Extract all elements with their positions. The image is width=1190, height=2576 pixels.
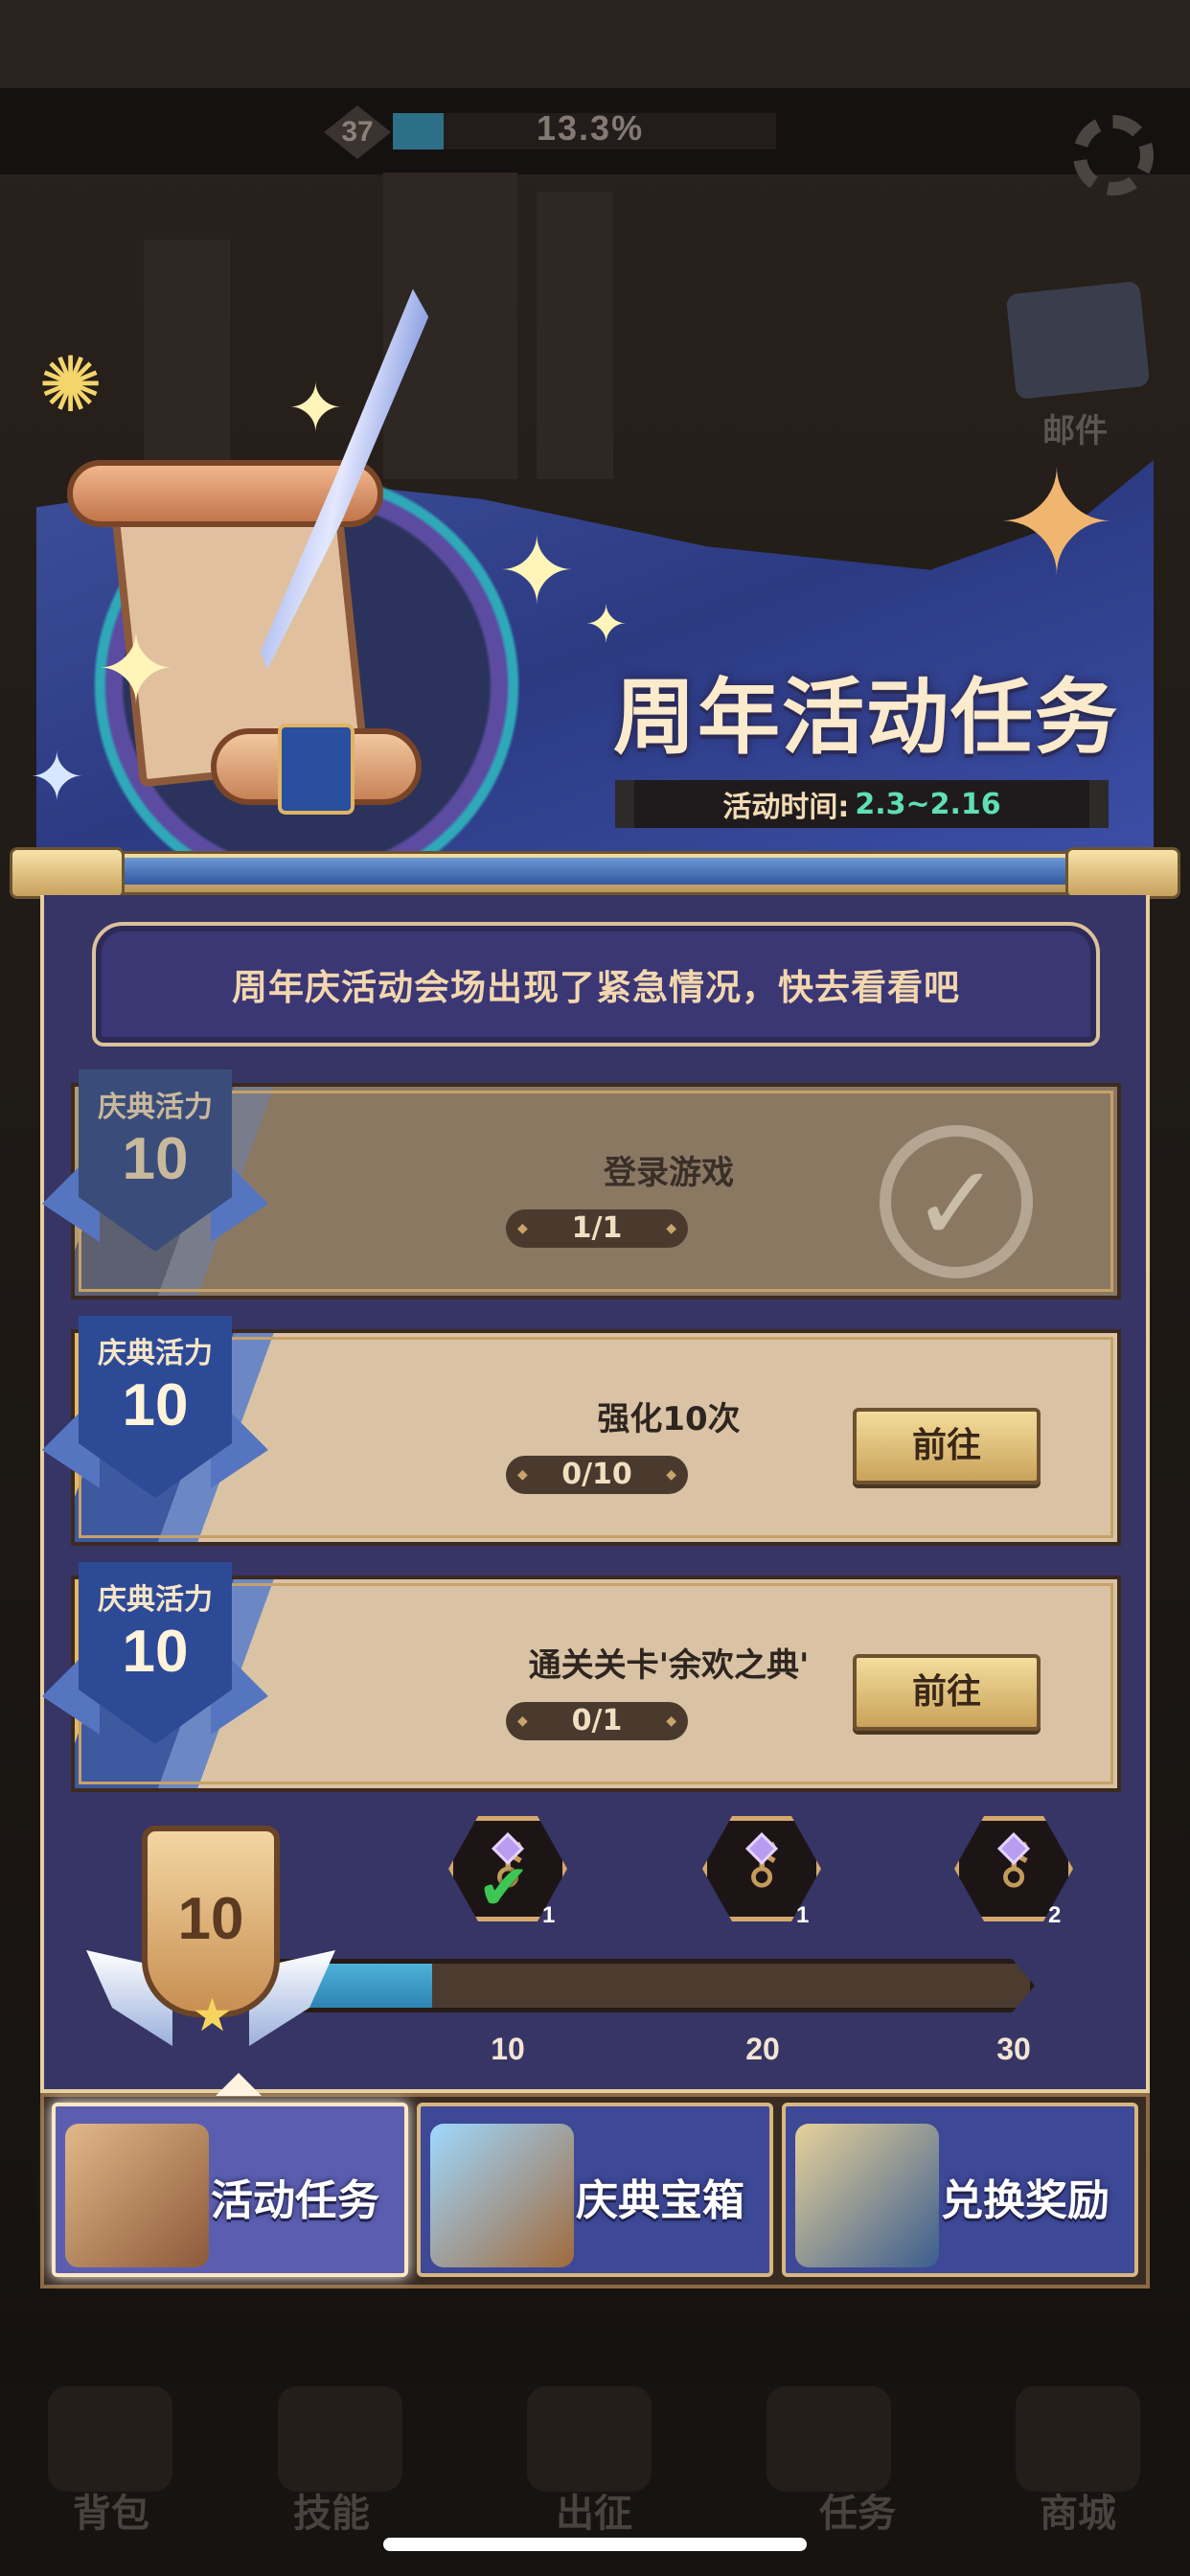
exp-bar-fill xyxy=(393,113,445,150)
mail-icon[interactable] xyxy=(1005,280,1151,401)
tab-label: 兑换奖励 xyxy=(941,2176,1110,2225)
milestone-reward-30[interactable]: ⚷ 2 xyxy=(954,1816,1073,1935)
tab-celebration-chest[interactable]: 庆典宝箱 xyxy=(417,2103,773,2277)
vigor-badge: 庆典活力 10 xyxy=(42,1316,268,1507)
nav-bag[interactable]: 背包 xyxy=(73,2482,149,2538)
milestone-reward-10[interactable]: ⚷ ✔ 1 xyxy=(448,1816,567,1935)
star-icon: ★ xyxy=(192,1989,234,2042)
vigor-points: 10 xyxy=(122,1126,189,1192)
home-indicator xyxy=(383,2538,807,2551)
vigor-progress-track xyxy=(278,1959,1035,2012)
nav-skill[interactable]: 技能 xyxy=(293,2482,370,2538)
notice-text: 周年庆活动会场出现了紧急情况，快去看看吧 xyxy=(232,967,960,1008)
nav-quest[interactable]: 任务 xyxy=(819,2482,896,2538)
current-vigor-value: 10 xyxy=(177,1886,244,1952)
nav-battle[interactable]: 出征 xyxy=(556,2482,632,2538)
star-icon: ✦ xyxy=(287,369,344,448)
star-icon: ✦ xyxy=(996,441,1117,608)
task-progress: 1/1 xyxy=(506,1209,688,1248)
vigor-label: 庆典活力 xyxy=(98,1337,213,1370)
vigor-badge: 庆典活力 10 xyxy=(42,1070,268,1261)
milestone-reward-20[interactable]: ⚷ 1 xyxy=(702,1816,821,1935)
event-time: 活动时间: 2.3~2.16 xyxy=(615,780,1109,828)
tab-redeem-rewards[interactable]: 兑换奖励 xyxy=(782,2103,1138,2277)
active-tab-indicator xyxy=(216,2073,262,2096)
star-icon: ✦ xyxy=(584,594,629,655)
reward-count: 1 xyxy=(796,1902,810,1928)
task-progress: 0/10 xyxy=(506,1456,688,1494)
skill-icon[interactable] xyxy=(278,2386,402,2492)
tab-label: 庆典宝箱 xyxy=(576,2176,744,2225)
panel-rail-inner xyxy=(120,858,1068,885)
bag-icon[interactable] xyxy=(48,2386,172,2492)
vigor-points: 10 xyxy=(122,1372,189,1438)
checkmark-icon: ✔ xyxy=(477,1851,531,1924)
event-time-value: 2.3~2.16 xyxy=(855,787,1001,821)
sparkle-icon: ✺ xyxy=(38,340,103,429)
vigor-label: 庆典活力 xyxy=(98,1583,213,1617)
battle-icon[interactable] xyxy=(527,2386,652,2492)
vigor-label: 庆典活力 xyxy=(98,1091,213,1124)
reward-count: 2 xyxy=(1048,1902,1062,1928)
quest-icon[interactable] xyxy=(767,2386,891,2492)
goto-button[interactable]: 前往 xyxy=(853,1654,1041,1731)
star-icon: ✦ xyxy=(96,613,176,725)
event-title: 周年活动任务 xyxy=(613,670,1119,766)
milestone-label: 30 xyxy=(996,2032,1031,2066)
vigor-badge: 庆典活力 10 xyxy=(42,1562,268,1754)
status-area xyxy=(0,0,1190,88)
shop-icon[interactable] xyxy=(1016,2386,1140,2492)
tab-label: 活动任务 xyxy=(211,2176,379,2225)
event-notice: 周年庆活动会场出现了紧急情况，快去看看吧 xyxy=(92,922,1100,1046)
current-vigor-badge: 10 ★ xyxy=(86,1826,335,2056)
scroll-band xyxy=(278,724,355,815)
task-name: 强化10次 xyxy=(597,1400,741,1438)
star-icon: ✦ xyxy=(498,518,576,625)
task-progress: 0/1 xyxy=(506,1702,688,1740)
rail-cap xyxy=(1065,847,1180,899)
milestone-label: 10 xyxy=(491,2032,525,2066)
event-time-label: 活动时间: xyxy=(722,791,850,824)
tab-event-tasks[interactable]: 活动任务 xyxy=(52,2103,408,2277)
vigor-points: 10 xyxy=(122,1619,189,1685)
reward-count: 1 xyxy=(542,1902,556,1928)
rail-cap xyxy=(10,847,125,899)
goto-button[interactable]: 前往 xyxy=(853,1408,1041,1484)
gear-icon[interactable] xyxy=(1073,115,1154,196)
milestone-label: 20 xyxy=(745,2032,780,2066)
task-name: 登录游戏 xyxy=(604,1154,734,1192)
exp-percent: 13.3% xyxy=(537,108,645,148)
completed-check-icon: ✓ xyxy=(880,1125,1033,1278)
nav-shop[interactable]: 商城 xyxy=(1040,2482,1116,2538)
star-icon: ✦ xyxy=(29,738,85,816)
task-name: 通关关卡'余欢之典' xyxy=(528,1646,810,1685)
